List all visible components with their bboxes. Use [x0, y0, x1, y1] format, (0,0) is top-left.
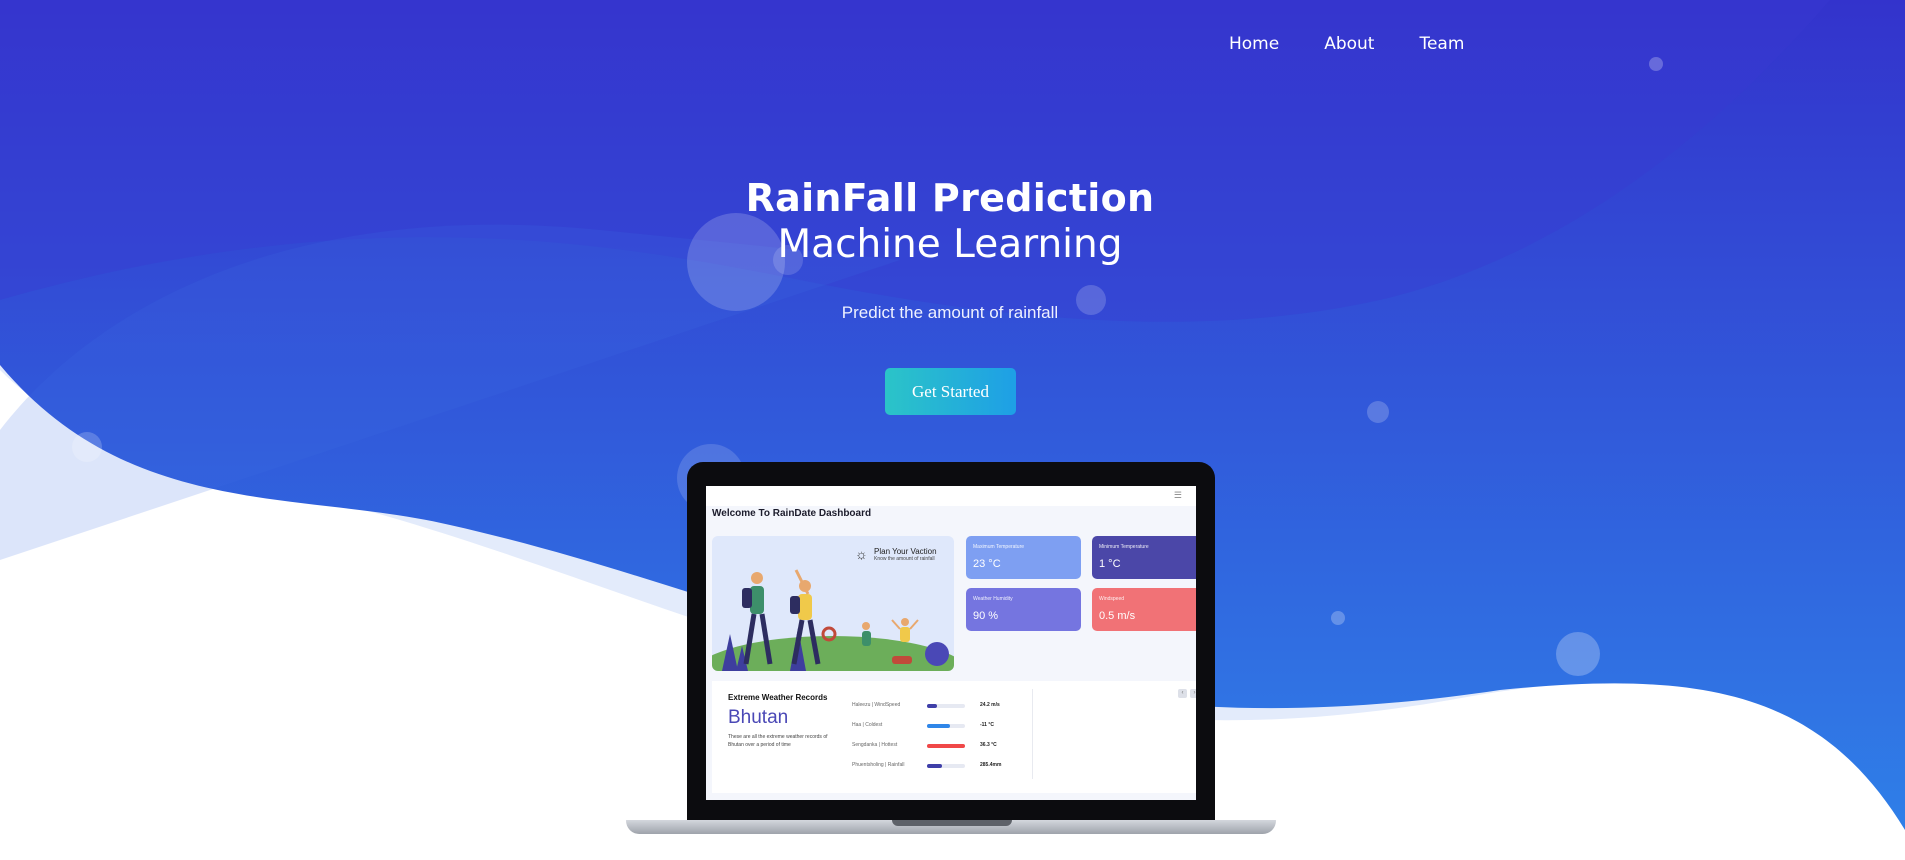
nav-about[interactable]: About	[1324, 34, 1374, 54]
dashboard-topbar: ☰	[706, 486, 1196, 506]
card-label: Maximum Temperature	[973, 544, 1025, 550]
record-bar	[927, 724, 965, 728]
nav-home[interactable]: Home	[1229, 34, 1279, 54]
records-title: Extreme Weather Records	[728, 693, 828, 702]
hero-title: RainFall Prediction	[745, 176, 1155, 220]
card-min-temperature: Minimum Temperature 1 °C	[1092, 536, 1196, 579]
card-value: 1 °C	[1099, 558, 1121, 570]
promo-card: ☼ Plan Your Vaction Know the amount of r…	[712, 536, 954, 671]
record-row: Haleezu | WindSpeed 24.2 m/s	[852, 701, 1022, 711]
record-value: 36.3 °C	[980, 742, 997, 748]
record-value: 285.4mm	[980, 762, 1002, 768]
hamburger-icon: ☰	[1173, 490, 1182, 500]
record-value: -11 °C	[980, 722, 994, 728]
card-value: 90 %	[973, 610, 999, 622]
nav-team[interactable]: Team	[1419, 34, 1464, 54]
laptop-notch	[892, 820, 1012, 826]
card-label: Windspeed	[1099, 596, 1125, 602]
record-row: Sengdanka | Hottest 36.3 °C	[852, 741, 1022, 751]
hero-subtitle-heading: Machine Learning	[777, 222, 1123, 267]
card-windspeed: Windspeed 0.5 m/s	[1092, 588, 1196, 631]
card-label: Minimum Temperature	[1099, 544, 1149, 550]
record-name: Phuentsholing | Rainfall	[852, 762, 905, 768]
records-description: These are all the extreme weather record…	[728, 734, 828, 748]
dashboard-screenshot: ☰ Welcome To RainDate Dashboard ☼ Plan Y…	[706, 486, 1196, 800]
record-row: Phuentsholing | Rainfall 285.4mm	[852, 761, 1022, 771]
card-value: 0.5 m/s	[1099, 610, 1136, 622]
card-max-temperature: Maximum Temperature 23 °C	[966, 536, 1081, 579]
promo-heading: Plan Your Vaction	[874, 547, 937, 556]
record-bar-fill	[927, 764, 943, 768]
record-value: 24.2 m/s	[980, 702, 1000, 708]
record-bar-fill	[927, 744, 965, 748]
records-divider	[1032, 689, 1033, 779]
record-bar	[927, 764, 965, 768]
record-name: Haa | Coldest	[852, 722, 883, 728]
record-name: Haleezu | WindSpeed	[852, 702, 901, 708]
sun-icon: ☼	[855, 546, 868, 562]
promo-subtext: Know the amount of rainfall	[874, 556, 935, 562]
card-humidity: Weather Humidity 90 %	[966, 588, 1081, 631]
card-value: 23 °C	[973, 558, 1001, 570]
record-name: Sengdanka | Hottest	[852, 742, 898, 748]
record-bar-fill	[927, 724, 950, 728]
record-bar-fill	[927, 704, 937, 708]
get-started-button[interactable]: Get Started	[885, 368, 1016, 415]
card-label: Weather Humidity	[973, 596, 1013, 602]
record-bar	[927, 744, 965, 748]
dashboard-title: Welcome To RainDate Dashboard	[712, 508, 872, 519]
hero-tagline: Predict the amount of rainfall	[841, 303, 1059, 322]
record-bar	[927, 704, 965, 708]
records-country: Bhutan	[728, 707, 789, 728]
next-page-icon[interactable]: ›	[1190, 689, 1196, 698]
record-row: Haa | Coldest -11 °C	[852, 721, 1022, 731]
prev-page-icon[interactable]: ‹	[1178, 689, 1187, 698]
extreme-weather-records: Extreme Weather Records Bhutan These are…	[712, 681, 1196, 793]
top-nav: Home About Team	[1229, 34, 1464, 54]
